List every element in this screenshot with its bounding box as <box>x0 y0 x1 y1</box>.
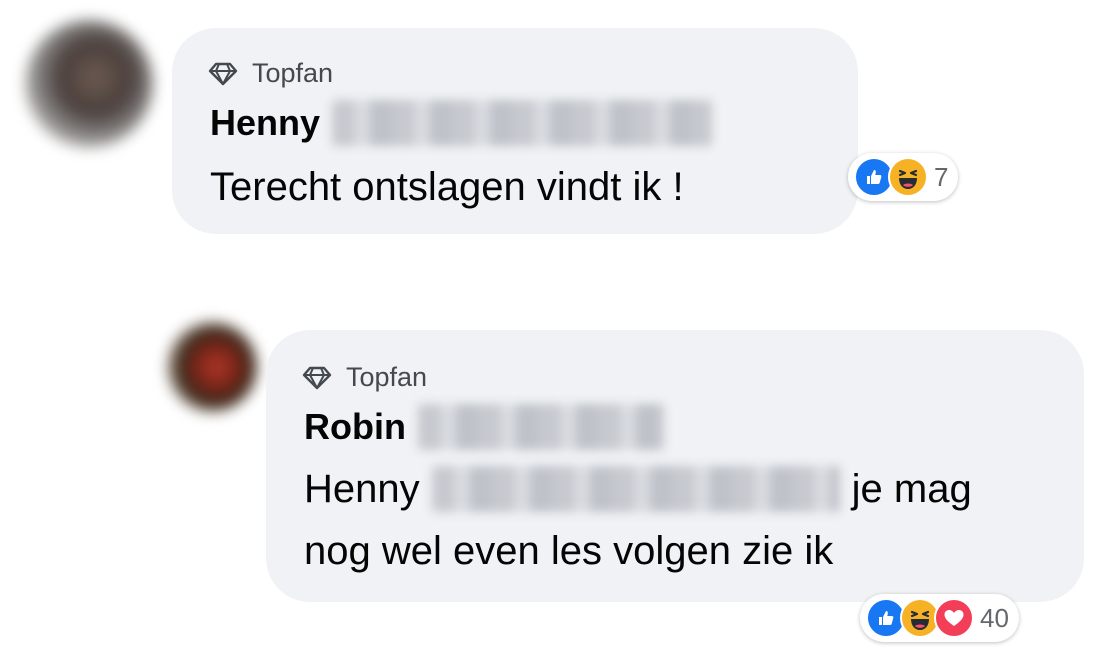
comment-bubble: Topfan Robin Henny je mag nog wel even l… <box>266 330 1084 602</box>
comment-author[interactable]: Robin <box>304 404 664 450</box>
avatar[interactable] <box>167 322 257 412</box>
redacted-surname <box>417 404 664 450</box>
comment-line: Terecht ontslagen vindt ik ! <box>210 165 684 209</box>
love-icon <box>934 598 974 638</box>
reaction-count[interactable]: 40 <box>980 603 1009 634</box>
top-fan-badge: Topfan <box>208 58 333 89</box>
haha-icon <box>888 157 928 197</box>
top-fan-label: Topfan <box>252 58 334 88</box>
top-fan-label: Topfan <box>346 362 428 392</box>
comment-text: Terecht ontslagen vindt ik ! <box>210 156 684 218</box>
redacted-surname <box>332 100 713 146</box>
reaction-count[interactable]: 7 <box>934 162 948 193</box>
comment-line: Henny je mag <box>304 458 972 520</box>
avatar[interactable] <box>25 20 153 148</box>
comment-author[interactable]: Henny <box>210 100 713 146</box>
comment-bubble: Topfan Henny Terecht ontslagen vindt ik … <box>172 28 858 234</box>
reactions-summary[interactable]: 40 <box>860 594 1019 642</box>
mention-first-name[interactable]: Henny <box>304 458 420 520</box>
comment-line: nog wel even les volgen zie ik <box>304 529 834 573</box>
author-first-name[interactable]: Robin <box>304 406 406 448</box>
author-first-name[interactable]: Henny <box>210 102 320 144</box>
comment-text-fragment: je mag <box>851 467 972 511</box>
diamond-icon <box>302 366 332 389</box>
top-fan-badge: Topfan <box>302 362 427 393</box>
diamond-icon <box>208 62 238 85</box>
reactions-summary[interactable]: 7 <box>848 153 959 201</box>
comment-text: Henny je mag nog wel even les volgen zie… <box>304 458 972 582</box>
redacted-mention-surname <box>431 466 840 512</box>
